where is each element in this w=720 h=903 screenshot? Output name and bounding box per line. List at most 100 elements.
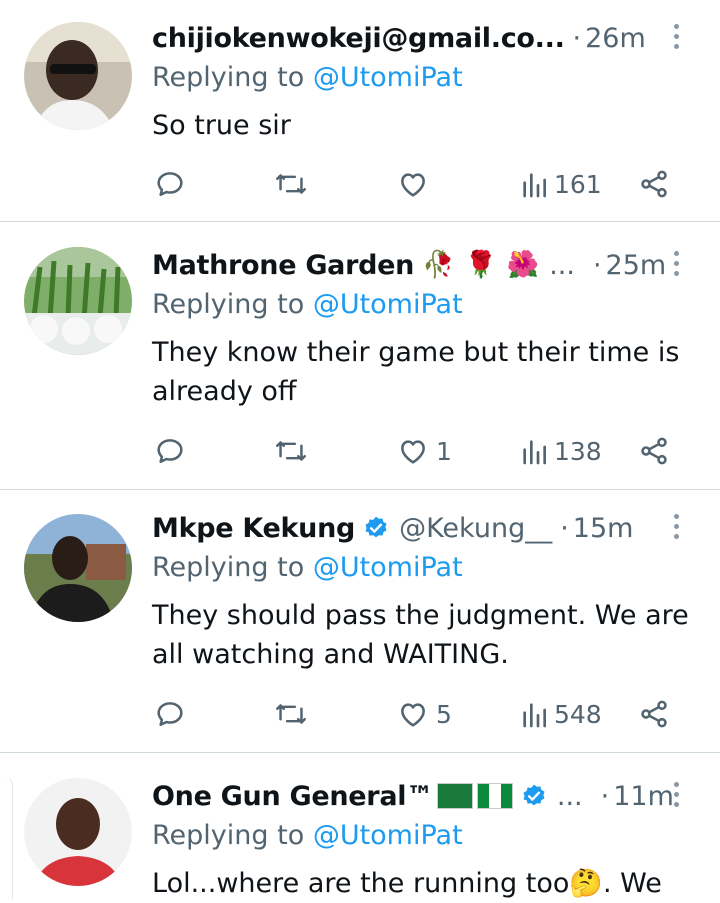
retweet-button[interactable] — [274, 164, 308, 204]
replying-to: Replying to @UtomiPat — [152, 289, 463, 320]
replying-to-handle[interactable]: @UtomiPat — [313, 62, 463, 93]
tweet-header: Mkpe Kekung @Kekung__ · 15m — [152, 508, 633, 548]
retweet-button[interactable] — [274, 431, 308, 471]
tweet-header: One Gun General™ ... · 11m — [152, 776, 674, 816]
separator-dot: · — [572, 22, 582, 54]
like-count: 1 — [436, 436, 452, 466]
display-name[interactable]: chijiokenwokeji@gmail.co... — [152, 23, 565, 54]
name-truncation: ... — [549, 249, 575, 281]
saudi-flag-icon — [436, 783, 473, 809]
avatar[interactable] — [24, 22, 132, 130]
view-count: 548 — [554, 699, 602, 729]
verified-badge-icon — [523, 784, 545, 806]
tweet-header: chijiokenwokeji@gmail.co... · 26m — [152, 18, 646, 58]
tweet-actions: 5 548 — [152, 694, 692, 734]
scroll-edge — [0, 776, 13, 899]
share-icon — [641, 437, 667, 465]
more-icon[interactable] — [674, 514, 680, 539]
retweet-button[interactable] — [274, 694, 308, 734]
replying-to-handle[interactable]: @UtomiPat — [313, 552, 463, 583]
tweet-header: Mathrone Garden 🥀 🌹 🌺 ... · 25m — [152, 245, 666, 285]
avatar[interactable] — [24, 514, 132, 622]
replying-to: Replying to @UtomiPat — [152, 552, 463, 583]
nigeria-flag-icon — [476, 783, 513, 809]
views-button[interactable]: 548 — [520, 694, 602, 734]
reply-button[interactable] — [154, 694, 186, 734]
display-name[interactable]: One Gun General™ — [152, 781, 433, 812]
divider — [0, 221, 720, 222]
more-icon[interactable] — [674, 782, 680, 807]
views-button[interactable]: 161 — [520, 164, 602, 204]
avatar[interactable] — [24, 778, 132, 886]
share-button[interactable] — [638, 694, 670, 734]
tweet-text-line: So true sir — [152, 110, 291, 141]
views-icon — [523, 173, 546, 198]
tweet[interactable]: chijiokenwokeji@gmail.co... · 26m Replyi… — [0, 18, 720, 218]
share-button[interactable] — [638, 164, 670, 204]
like-icon — [401, 440, 425, 464]
timestamp[interactable]: 11m — [613, 781, 674, 812]
tweet[interactable]: One Gun General™ ... · 11m Replying to @… — [0, 776, 720, 899]
views-button[interactable]: 138 — [520, 431, 602, 471]
avatar[interactable] — [24, 247, 132, 355]
retweet-icon — [276, 704, 306, 724]
like-icon — [401, 703, 425, 727]
reply-icon — [157, 172, 183, 196]
retweet-icon — [276, 174, 306, 194]
replying-prefix: Replying to — [152, 289, 313, 320]
share-icon — [641, 700, 667, 728]
like-icon — [401, 173, 425, 197]
display-name[interactable]: Mkpe Kekung — [152, 513, 355, 544]
timestamp[interactable]: 26m — [585, 23, 646, 54]
replying-to: Replying to @UtomiPat — [152, 820, 463, 851]
views-icon — [523, 440, 546, 465]
tweet-text-line: They should pass the judgment. We are — [152, 600, 689, 631]
replying-to-handle[interactable]: @UtomiPat — [313, 289, 463, 320]
rose-emoji: 🌹 — [464, 250, 497, 280]
tweet-text: So true sir — [152, 106, 700, 145]
replying-prefix: Replying to — [152, 62, 313, 93]
name-truncation: ... — [556, 780, 583, 812]
like-button[interactable]: 1 — [396, 431, 452, 471]
tweet-text-line: already off — [152, 376, 297, 407]
view-count: 161 — [554, 169, 602, 199]
verified-badge-icon — [365, 516, 387, 538]
more-icon[interactable] — [674, 251, 680, 276]
more-icon[interactable] — [674, 24, 680, 49]
reply-button[interactable] — [154, 431, 186, 471]
tweet[interactable]: Mathrone Garden 🥀 🌹 🌺 ... · 25m Replying… — [0, 245, 720, 485]
separator-dot: · — [592, 249, 602, 281]
tweet[interactable]: Mkpe Kekung @Kekung__ · 15m Replying to … — [0, 508, 720, 748]
views-icon — [523, 703, 546, 728]
timestamp[interactable]: 15m — [573, 513, 634, 544]
display-name[interactable]: Mathrone Garden — [152, 250, 414, 281]
divider — [0, 752, 720, 753]
wilted-rose-emoji: 🥀 — [422, 250, 455, 280]
tweet-text: They know their game but their time is a… — [152, 333, 700, 411]
tweet-text: They should pass the judgment. We are al… — [152, 596, 700, 674]
tweet-actions: 1 138 — [152, 431, 692, 471]
share-icon — [641, 170, 667, 198]
view-count: 138 — [554, 436, 602, 466]
replying-prefix: Replying to — [152, 552, 313, 583]
like-button[interactable] — [396, 164, 436, 204]
like-count: 5 — [436, 699, 452, 729]
separator-dot: · — [560, 512, 569, 544]
tweet-actions: 161 — [152, 164, 692, 204]
separator-dot: · — [600, 780, 610, 812]
replying-to-handle[interactable]: @UtomiPat — [313, 820, 463, 851]
name-emojis: 🥀 🌹 🌺 — [422, 250, 539, 280]
replying-to: Replying to @UtomiPat — [152, 62, 463, 93]
like-button[interactable]: 5 — [396, 694, 452, 734]
reply-icon — [157, 702, 183, 726]
replying-prefix: Replying to — [152, 820, 313, 851]
tweet-text-line: They know their game but their time is — [152, 337, 680, 368]
share-button[interactable] — [638, 431, 670, 471]
retweet-icon — [276, 441, 306, 461]
user-handle[interactable]: @Kekung__ — [399, 513, 552, 544]
hibiscus-emoji: 🌺 — [506, 250, 540, 280]
reply-button[interactable] — [154, 164, 186, 204]
timestamp[interactable]: 25m — [606, 250, 667, 281]
tweet-text-line: Lol...where are the running too🤔. We — [152, 868, 662, 899]
divider — [0, 489, 720, 490]
